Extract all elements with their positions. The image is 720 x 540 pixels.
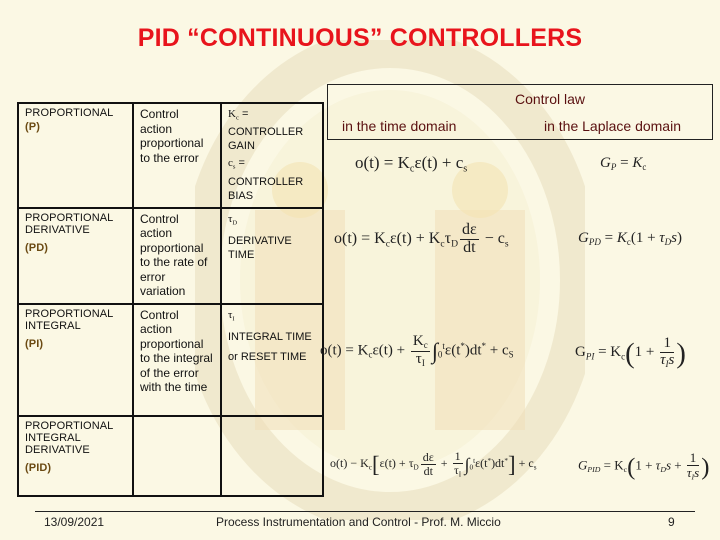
controller-name: PROPORTIONAL: [25, 107, 114, 119]
controller-description: [132, 414, 222, 497]
controller-name: PROPORTIONAL INTEGRAL DERIVATIVE: [25, 419, 113, 456]
time-domain-label: in the time domain: [342, 118, 457, 134]
pi-time-equation: o(t) = Kcε(t) + Kc τI ∫0tε(t*)dt* + cS: [320, 333, 514, 368]
controller-types-table: PROPORTIONAL (P) Control action proporti…: [17, 102, 324, 497]
parameter-symbol: τD: [228, 212, 238, 226]
control-law-title: Control law: [514, 91, 586, 107]
page-number: 9: [668, 515, 675, 529]
parameter: cs = CONTROLLER BIAS: [228, 157, 304, 202]
pd-laplace-equation: GPD = Kc(1 + τDs): [578, 230, 683, 248]
table-row: PROPORTIONAL INTEGRAL (PI) Control actio…: [17, 302, 324, 417]
controller-abbr: (P): [25, 121, 40, 133]
controller-name: PROPORTIONAL INTEGRAL: [25, 307, 113, 332]
pd-time-equation: o(t) = Kcε(t) + KcτD dε dt − cs: [334, 221, 509, 256]
table-row: PROPORTIONAL DERIVATIVE (PD) Control act…: [17, 206, 324, 305]
parameter-symbol: τI: [228, 308, 235, 322]
footer-date: 13/09/2021: [44, 515, 105, 529]
footer-course: Process Instrumentation and Control - Pr…: [216, 515, 501, 529]
laplace-domain-label: in the Laplace domain: [544, 118, 681, 134]
controller-name: PROPORTIONAL DERIVATIVE: [25, 211, 113, 236]
controller-abbr: (PI): [25, 337, 44, 350]
parameter: Kc = CONTROLLER GAIN: [228, 108, 304, 153]
pid-laplace-equation: GPID = Kc(1 + τDs + 1 τIs): [578, 450, 710, 482]
parameter-label: DERIVATIVE TIME: [228, 234, 292, 261]
controller-parameters: [220, 414, 324, 497]
parameter-label: or RESET TIME: [228, 350, 307, 363]
controller-description: Control action proportional to the error: [132, 102, 222, 209]
table-row: PROPORTIONAL (P) Control action proporti…: [17, 102, 324, 209]
p-time-equation: o(t) = Kcε(t) + cs: [355, 153, 468, 175]
pid-time-equation: o(t) − Kc[ε(t) + τD dε dt + 1 τI ∫0tε(t*)dt*…: [330, 449, 537, 479]
p-laplace-equation: GP = Kc: [600, 155, 647, 173]
pi-laplace-equation: GPI = Kc(1 + 1 τIs): [575, 335, 686, 370]
controller-abbr: (PID): [25, 461, 52, 474]
controller-description: Control action proportional to the rate …: [132, 206, 222, 305]
controller-description: Control action proportional to the integ…: [132, 302, 222, 417]
table-row: PROPORTIONAL INTEGRAL DERIVATIVE (PID): [17, 414, 324, 497]
control-law-header-box: Control law in the time domain in the La…: [327, 84, 713, 140]
footer-divider: [35, 511, 695, 512]
parameter-label: INTEGRAL TIME: [228, 330, 312, 343]
controller-abbr: (PD): [25, 241, 49, 254]
slide-title: PID “CONTINUOUS” CONTROLLERS: [137, 24, 583, 52]
